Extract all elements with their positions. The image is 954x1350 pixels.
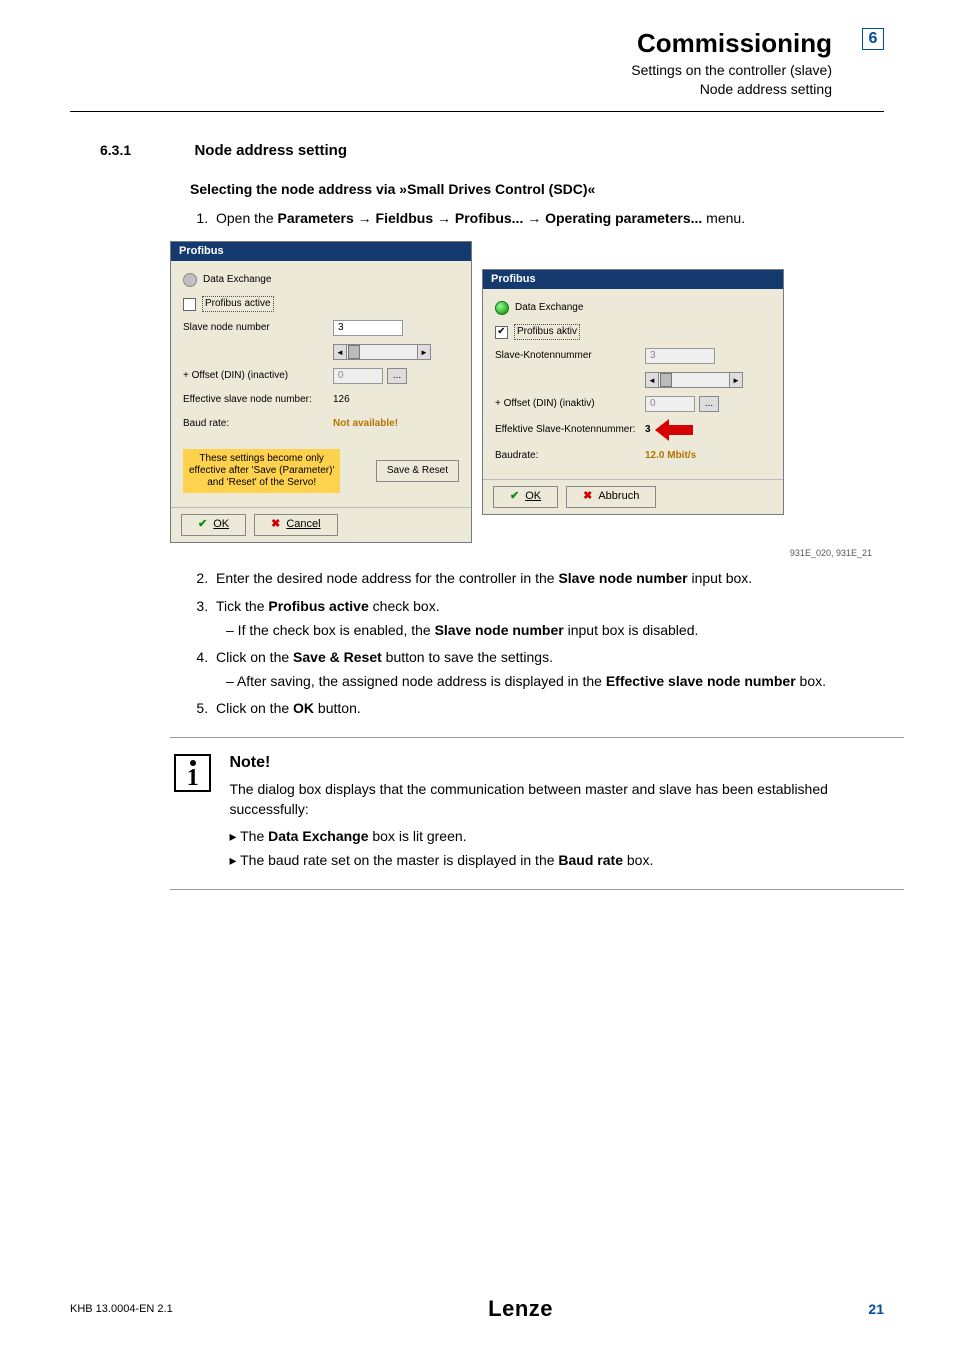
led-icon-green	[495, 301, 509, 315]
dialog1-title: Profibus	[171, 242, 471, 261]
header-sub1: Settings on the controller (slave)	[631, 61, 832, 80]
step-3: Tick the Profibus active check box. – If…	[212, 597, 884, 640]
dlg2-effective-label: Effektive Slave-Knotennummer:	[495, 423, 645, 437]
figure-caption: 931E_020, 931E_21	[190, 547, 872, 560]
step-5: Click on the OK button.	[212, 699, 884, 719]
step-2: Enter the desired node address for the c…	[212, 569, 884, 589]
dlg2-ok-button[interactable]: ✔ OK	[493, 486, 558, 507]
dlg1-slave-node-value[interactable]: 3	[333, 320, 403, 336]
ellipsis-button[interactable]: ...	[699, 396, 719, 412]
checkbox-checked[interactable]: ✔	[495, 326, 508, 339]
save-reset-button[interactable]: Save & Reset	[376, 460, 459, 482]
led-icon-grey	[183, 273, 197, 287]
dlg1-baud-value: Not available!	[333, 417, 398, 431]
lenze-logo: Lenze	[488, 1296, 553, 1322]
section-number: 6.3.1	[100, 142, 190, 158]
dialog-before: Profibus Data Exchange Profibus active S…	[170, 241, 472, 543]
figure-row: Profibus Data Exchange Profibus active S…	[170, 241, 884, 543]
dlg2-slave-knot-label: Slave-Knotennummer	[495, 349, 645, 363]
arrow-right-icon[interactable]: ►	[417, 344, 431, 360]
check-icon: ✔	[198, 517, 207, 532]
dlg1-yellow-note: These settings become only effective aft…	[183, 449, 340, 493]
dlg1-ok-button[interactable]: ✔ OK	[181, 514, 246, 535]
dialog2-title: Profibus	[483, 270, 783, 289]
dlg2-offset-value: 0	[645, 396, 695, 412]
check-icon: ✔	[510, 489, 519, 504]
chapter-badge: 6	[862, 28, 884, 50]
dlg1-data-exchange: Data Exchange	[203, 273, 271, 287]
x-icon: ✖	[271, 517, 280, 532]
note-title: Note!	[229, 752, 900, 774]
x-icon: ✖	[583, 489, 592, 504]
dlg2-profibus-aktiv-label: Profibus aktiv	[514, 324, 580, 340]
red-arrow-icon	[655, 419, 693, 441]
note-point-2: The baud rate set on the master is displ…	[229, 851, 900, 871]
header-title: Commissioning	[631, 28, 832, 59]
dlg2-slave-knot-slider[interactable]: ◄ ►	[645, 372, 743, 388]
dlg1-offset-label: + Offset (DIN) (inactive)	[183, 369, 333, 383]
dlg2-baud-value: 12.0 Mbit/s	[645, 449, 696, 463]
dlg1-profibus-active-label: Profibus active	[202, 296, 274, 312]
checkbox-empty[interactable]	[183, 298, 196, 311]
step-4: Click on the Save & Reset button to save…	[212, 648, 884, 691]
dlg1-effective-value: 126	[333, 393, 350, 407]
dlg2-data-exchange: Data Exchange	[515, 301, 583, 315]
info-icon: 1	[174, 754, 211, 792]
arrow-right-icon[interactable]: ►	[729, 372, 743, 388]
note-box: 1 Note! The dialog box displays that the…	[170, 737, 904, 890]
subheading: Selecting the node address via »Small Dr…	[190, 180, 884, 200]
dlg2-baud-label: Baudrate:	[495, 449, 645, 463]
page-footer: KHB 13.0004-EN 2.1 Lenze 21	[70, 1296, 884, 1322]
ellipsis-button[interactable]: ...	[387, 368, 407, 384]
step-1: Open the Parameters → Fieldbus → Profibu…	[212, 209, 884, 229]
section-title: Node address setting	[194, 142, 347, 159]
page-header: Commissioning Settings on the controller…	[0, 0, 954, 99]
dlg1-cancel-button[interactable]: ✖ Cancel	[254, 514, 337, 535]
note-text: The dialog box displays that the communi…	[229, 780, 900, 819]
dlg2-slave-knot-value: 3	[645, 348, 715, 364]
dlg2-offset-label: + Offset (DIN) (inaktiv)	[495, 397, 645, 411]
dlg2-cancel-button[interactable]: ✖ Abbruch	[566, 486, 656, 507]
note-point-1: The Data Exchange box is lit green.	[229, 827, 900, 847]
footer-docid: KHB 13.0004-EN 2.1	[70, 1303, 173, 1315]
dlg1-offset-value: 0	[333, 368, 383, 384]
dlg2-effective-value: 3	[645, 423, 651, 437]
dialog-after: Profibus Data Exchange ✔ Profibus aktiv …	[482, 269, 784, 515]
header-sub2: Node address setting	[631, 80, 832, 99]
dlg1-slave-node-label: Slave node number	[183, 321, 333, 335]
dlg1-effective-label: Effective slave node number:	[183, 393, 333, 407]
arrow-left-icon[interactable]: ◄	[333, 344, 347, 360]
arrow-left-icon[interactable]: ◄	[645, 372, 659, 388]
page-number: 21	[868, 1301, 884, 1317]
dlg1-slave-node-slider[interactable]: ◄ ►	[333, 344, 431, 360]
dlg1-baud-label: Baud rate:	[183, 417, 333, 431]
